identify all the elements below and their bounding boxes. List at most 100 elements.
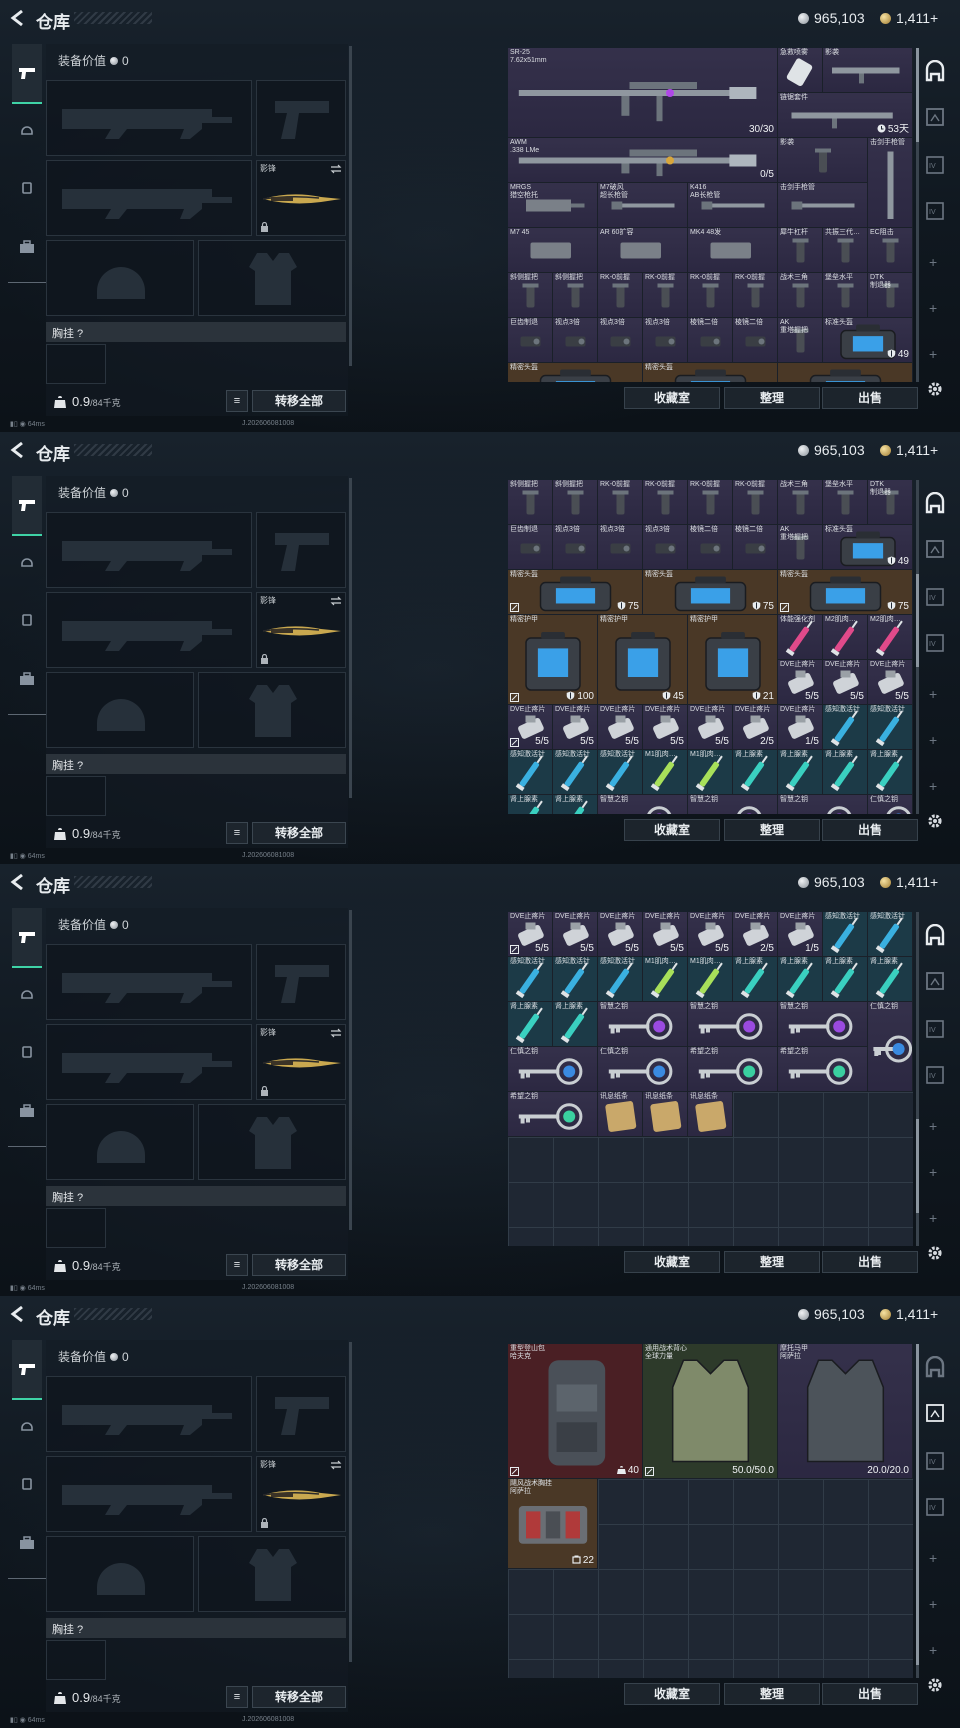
inventory-item[interactable]: 肾上腺素: [508, 795, 553, 814]
inventory-item[interactable]: 棱镜二倍: [733, 525, 778, 570]
settings-gear-icon[interactable]: [926, 1244, 944, 1262]
inventory-item[interactable]: 视点3倍: [553, 318, 598, 363]
grid-scrollbar[interactable]: [916, 1344, 919, 1678]
armor-slot[interactable]: [198, 240, 346, 316]
inventory-item[interactable]: 肾上腺素: [733, 957, 778, 1002]
inventory-item[interactable]: 仁慎之钥: [868, 1002, 913, 1092]
sell-button[interactable]: 出售: [822, 819, 918, 841]
inventory-item[interactable]: 智慧之钥: [778, 1002, 868, 1047]
tab-helmet[interactable]: [12, 546, 42, 576]
inventory-item[interactable]: AWM .338 LMe 0/5: [508, 138, 778, 183]
chest-rig-header[interactable]: 胸挂 ?: [46, 1186, 346, 1206]
tab-briefcase[interactable]: [12, 1528, 42, 1558]
inventory-item[interactable]: 巨齿制退: [508, 525, 553, 570]
chest-rig-header[interactable]: 胸挂 ?: [46, 322, 346, 342]
tab-storage-1[interactable]: [924, 106, 946, 128]
inventory-item[interactable]: RK-0前握: [733, 273, 778, 318]
settings-gear-icon[interactable]: [926, 380, 944, 398]
primary-weapon-slot[interactable]: [46, 80, 252, 156]
sell-button[interactable]: 出售: [822, 1683, 918, 1705]
inventory-item[interactable]: 视点3倍: [598, 318, 643, 363]
inventory-item[interactable]: 斜侧握把: [553, 480, 598, 525]
inventory-item[interactable]: DVE止疼片 5/5: [643, 912, 688, 957]
inventory-item[interactable]: AR 60扩容: [598, 228, 688, 273]
inventory-item[interactable]: SR-25 7.62x51mm 30/30: [508, 48, 778, 138]
inventory-grid[interactable]: 重型登山包 哈夫克 40 通用战术背心 全球力量 50.0/50.0 摩托马甲 阿萨拉 2…: [508, 1344, 913, 1678]
tab-weapons[interactable]: [12, 476, 42, 536]
inventory-item[interactable]: M1肌肉…: [688, 750, 733, 795]
inventory-item[interactable]: MK4 48发: [688, 228, 778, 273]
inventory-item[interactable]: 战术三角: [778, 273, 823, 318]
inventory-item[interactable]: 飓风战术胸挂 阿萨拉 22: [508, 1479, 598, 1569]
secondary-weapon-slot[interactable]: [46, 592, 252, 668]
gold-currency[interactable]: 1,411+: [880, 874, 938, 890]
back-arrow-icon[interactable]: [8, 8, 28, 28]
back-arrow-icon[interactable]: [8, 872, 28, 892]
list-view-button[interactable]: ≡: [226, 390, 248, 412]
list-view-button[interactable]: ≡: [226, 1254, 248, 1276]
inventory-item[interactable]: 肾上腺素: [778, 957, 823, 1002]
tab-vault[interactable]: [924, 923, 946, 946]
inventory-item[interactable]: DVE止疼片 5/5: [553, 912, 598, 957]
pistol-slot[interactable]: [256, 80, 346, 156]
inventory-item[interactable]: RK-0前握: [688, 273, 733, 318]
inventory-item[interactable]: 精密护甲 21: [688, 615, 778, 705]
inventory-item[interactable]: 击剑手枪管: [868, 138, 913, 228]
inventory-grid[interactable]: 斜侧握把 斜侧握把 RK-0前握 RK-0前握 RK-0前握 RK-0前握 战术三角 堡垒水平…: [508, 480, 913, 814]
inventory-item[interactable]: MRGS 猎空枪托: [508, 183, 598, 228]
inventory-item[interactable]: [778, 363, 913, 382]
inventory-item[interactable]: 精密护甲 45: [598, 615, 688, 705]
gold-currency[interactable]: 1,411+: [880, 442, 938, 458]
inventory-item[interactable]: RK-0前握: [643, 480, 688, 525]
add-storage-plus-icon[interactable]: +: [929, 254, 937, 270]
inventory-item[interactable]: 共振三代…: [823, 228, 868, 273]
pistol-slot[interactable]: [256, 944, 346, 1020]
grid-scroll-thumb[interactable]: [916, 1344, 919, 1665]
inventory-item[interactable]: 仁慎之钥: [598, 1047, 688, 1092]
inventory-item[interactable]: 肾上腺素: [778, 750, 823, 795]
settings-gear-icon[interactable]: [926, 812, 944, 830]
inventory-item[interactable]: AK 重塔握把: [778, 318, 823, 363]
tab-storage-1[interactable]: [924, 1402, 946, 1424]
chest-rig-slot[interactable]: [46, 1640, 106, 1680]
inventory-item[interactable]: RK-0前握: [598, 480, 643, 525]
tab-vault[interactable]: [924, 1355, 946, 1378]
back-arrow-icon[interactable]: [8, 1304, 28, 1324]
inventory-item[interactable]: M7 45: [508, 228, 598, 273]
tab-weapons[interactable]: [12, 44, 42, 104]
melee-slot[interactable]: 影锋: [256, 592, 346, 668]
inventory-item[interactable]: 智慧之钥: [688, 795, 778, 814]
inventory-item[interactable]: 战术三角: [778, 480, 823, 525]
tab-vault[interactable]: [924, 59, 946, 82]
secondary-weapon-slot[interactable]: [46, 160, 252, 236]
chest-rig-slot[interactable]: [46, 1208, 106, 1248]
inventory-item[interactable]: 斜侧握把: [508, 273, 553, 318]
chest-rig-header[interactable]: 胸挂 ?: [46, 1618, 346, 1638]
swap-icon[interactable]: [330, 164, 342, 174]
tab-helmet[interactable]: [12, 114, 42, 144]
list-view-button[interactable]: ≡: [226, 1686, 248, 1708]
inventory-item[interactable]: M2肌肉…: [823, 615, 868, 660]
inventory-item[interactable]: 仁慎之钥: [868, 795, 913, 814]
inventory-item[interactable]: 仁慎之钥: [508, 1047, 598, 1092]
tab-briefcase[interactable]: [12, 664, 42, 694]
tab-backpack[interactable]: [12, 604, 42, 634]
pistol-slot[interactable]: [256, 1376, 346, 1452]
inventory-item[interactable]: 棱镜二倍: [733, 318, 778, 363]
inventory-item[interactable]: 肾上腺素: [553, 795, 598, 814]
tab-storage-1[interactable]: [924, 970, 946, 992]
tab-storage-3[interactable]: IV: [924, 1064, 946, 1086]
inventory-item[interactable]: 精密护甲 100: [508, 615, 598, 705]
helmet-slot[interactable]: [46, 1104, 194, 1180]
chest-rig-header[interactable]: 胸挂 ?: [46, 754, 346, 774]
gold-currency[interactable]: 1,411+: [880, 1306, 938, 1322]
add-storage-plus-icon[interactable]: +: [929, 732, 937, 748]
inventory-item[interactable]: 讯息纸条: [688, 1092, 733, 1137]
tab-weapons[interactable]: [12, 1340, 42, 1400]
inventory-item[interactable]: M1肌肉…: [688, 957, 733, 1002]
inventory-item[interactable]: 斜侧握把: [553, 273, 598, 318]
add-storage-plus-icon[interactable]: +: [929, 300, 937, 316]
inventory-item[interactable]: 感知激活针: [823, 912, 868, 957]
transfer-all-button[interactable]: 转移全部: [252, 822, 346, 844]
transfer-all-button[interactable]: 转移全部: [252, 1254, 346, 1276]
